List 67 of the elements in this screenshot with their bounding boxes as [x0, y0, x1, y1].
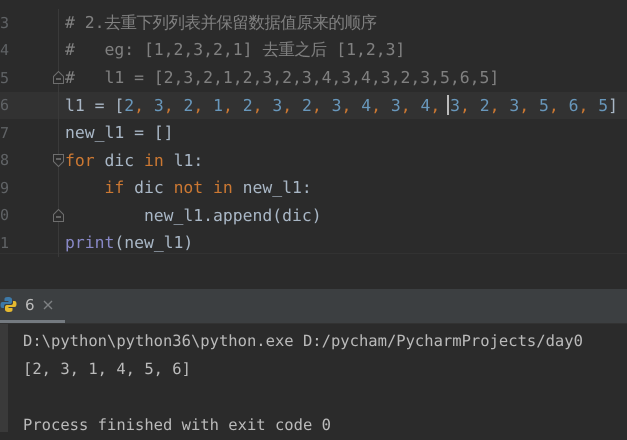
code-text: new_l1.append(dic) — [144, 206, 322, 225]
console-output: D:\python\python36\python.exe D:/pycham/PycharmProjects/day0 — [23, 332, 583, 350]
code-punctuation: , — [252, 96, 264, 115]
code-number: 2 — [302, 96, 312, 115]
code-number: 1 — [213, 96, 223, 115]
code-number: 3 — [509, 96, 520, 115]
line-number: 8 — [0, 151, 10, 170]
code-text: ] — [608, 96, 618, 115]
code-number: 3 — [390, 96, 401, 115]
code-punctuation: , — [193, 96, 204, 115]
code-number: 3 — [450, 96, 460, 115]
code-comment: # l1 = [2,3,2,1,2,3,2,3,4,3,4,3,2,3,5,6,5] — [65, 68, 500, 88]
code-punctuation: , — [312, 96, 323, 115]
code-text: l1: — [174, 150, 204, 170]
code-number: 5 — [598, 96, 608, 115]
code-number: 4 — [420, 96, 430, 115]
code-punctuation: , — [282, 96, 294, 115]
code-number: 3 — [332, 96, 342, 115]
line-number: 4 — [0, 41, 10, 60]
code-text: (new_l1) — [114, 233, 194, 252]
close-icon[interactable] — [42, 300, 53, 310]
code-text: l1 = [ — [65, 96, 124, 115]
code-number: 6 — [568, 96, 578, 115]
code-punctuation: , — [519, 96, 530, 115]
console-output: Process finished with exit code 0 — [23, 416, 331, 434]
code-text: dic — [104, 150, 136, 170]
code-number: 4 — [361, 96, 372, 115]
fold-marker-icon[interactable] — [53, 71, 64, 84]
code-punctuation: , — [548, 96, 560, 115]
code-punctuation: , — [222, 96, 234, 115]
fold-marker-icon[interactable] — [53, 208, 64, 222]
code-punctuation: , — [164, 96, 175, 115]
code-punctuation: , — [490, 96, 500, 115]
code-text: new_l1 = [] — [65, 123, 174, 142]
code-comment: # eg: [1,2,3,2,1] 去重之后 [1,2,3] — [65, 39, 406, 62]
code-builtin: print — [65, 233, 114, 252]
run-tab[interactable]: 6 — [0, 289, 65, 323]
line-number: 0 — [0, 206, 10, 224]
line-number: 1 — [0, 234, 10, 252]
code-punctuation: , — [460, 96, 471, 115]
code-keyword: not in — [174, 178, 234, 198]
code-punctuation: , — [371, 96, 382, 115]
code-number: 3 — [154, 96, 164, 115]
code-keyword: if — [104, 178, 126, 198]
code-number: 3 — [272, 96, 282, 115]
python-logo-icon — [0, 296, 17, 313]
code-number: 2 — [124, 96, 134, 115]
code-text: new_l1: — [242, 178, 312, 198]
code-punctuation: , — [400, 96, 412, 115]
fold-marker-icon[interactable] — [53, 154, 64, 167]
code-number: 5 — [538, 96, 549, 115]
code-punctuation: , — [341, 96, 352, 115]
code-number: 2 — [242, 96, 253, 115]
line-number: 9 — [0, 178, 10, 197]
code-punctuation: , — [430, 96, 442, 115]
line-number: 3 — [0, 14, 10, 32]
code-number: 2 — [183, 96, 194, 115]
line-number: 5 — [0, 68, 10, 87]
line-number: 7 — [0, 124, 10, 142]
code-punctuation: , — [578, 96, 590, 115]
code-comment: # 2.去重下列列表并保留数据值原来的顺序 — [65, 12, 376, 34]
code-number: 2 — [480, 96, 490, 115]
console-output: [2, 3, 1, 4, 5, 6] — [23, 360, 191, 378]
code-punctuation: , — [134, 96, 145, 115]
code-keyword: in — [144, 150, 165, 170]
code-keyword: for — [65, 150, 96, 170]
code-text: dic — [134, 178, 165, 198]
